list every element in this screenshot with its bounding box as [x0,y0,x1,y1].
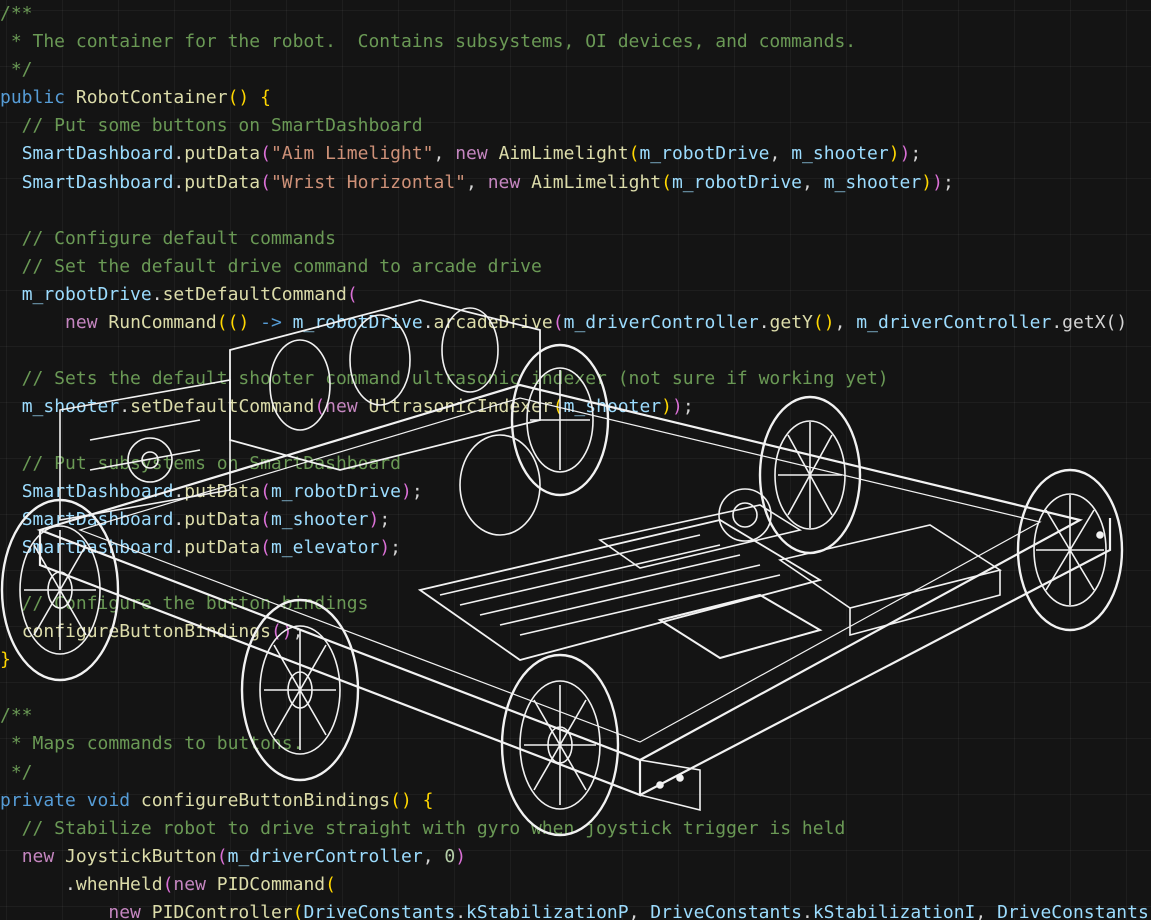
shooter-assembly [59,299,541,536]
code-token: SmartDashboard [21,143,174,165]
code-token: . [802,902,813,920]
code-token: ) [932,171,943,193]
code-token: , [802,171,824,193]
code-token: /** [0,3,33,24]
wheel-front-left [0,498,120,682]
code-token: ( [325,873,336,895]
code-token: SmartDashboard [21,171,174,193]
code-token: new [108,902,152,920]
code-token: m_robotDrive [639,143,770,165]
wheel-rear-right [758,395,862,555]
code-line: .whenHeld(new PIDCommand( [0,871,1151,899]
code-token: AimLimelight [498,143,629,165]
code-token: ( [260,171,271,193]
code-token: , [433,143,456,165]
code-token: ; [910,143,922,165]
code-token: { [260,87,271,109]
code-token: , [769,143,792,165]
code-token: . [173,143,185,165]
code-token: whenHeld [75,873,163,895]
code-token: ( [661,171,672,193]
code-token: ( [260,143,271,165]
code-token: PIDController [151,902,293,920]
code-token: */ [0,59,33,81]
code-token: AimLimelight [531,171,662,193]
code-token: public [0,87,76,109]
code-token: "Wrist Horizontal" [270,171,467,193]
code-token: RobotContainer [75,87,228,109]
code-token: . [173,171,185,193]
wheel-mid-left [240,598,360,782]
code-token: DriveConstants [303,902,456,920]
code-token: kStabilizationI [812,902,976,920]
code-token: ( [628,143,640,165]
code-line: */ [0,56,1151,84]
code-token: kStabilizationP [466,902,629,920]
code-token: , [975,902,998,920]
code-token: * The container for the robot. Contains … [0,31,857,53]
code-token: DriveConstants [997,902,1149,920]
code-line: SmartDashboard.putData("Aim Limelight", … [0,140,1151,168]
code-token: // Put some buttons on SmartDashboard [0,115,423,137]
robot-chassis-drawing [0,299,1124,837]
code-token: () [227,87,250,109]
code-line: // Put some buttons on SmartDashboard [0,112,1151,140]
code-line: SmartDashboard.putData("Wrist Horizontal… [0,169,1151,197]
code-token: . [455,902,467,920]
code-token: putData [184,143,261,165]
code-token: new [487,171,532,193]
code-token: DriveConstants [650,902,802,920]
code-token: m_robotDrive [671,171,803,193]
code-token: PIDCommand [216,873,326,895]
code-line: // Set the default drive command to arca… [0,253,1151,281]
code-token: ; [942,171,954,193]
code-token: new [173,873,217,895]
code-token: ( [292,902,304,920]
code-token: ) [888,143,900,165]
code-token: putData [184,171,261,193]
wheel-front-right [500,653,620,837]
code-token: . [0,873,76,895]
wheel-back-right [1016,468,1124,632]
code-token: // Configure default commands [0,227,336,249]
code-token: ) [899,143,911,165]
code-line: /** [0,0,1151,28]
code-line: * The container for the robot. Contains … [0,28,1151,56]
code-line: public RobotContainer() { [0,84,1151,112]
electronics-panel [417,504,1002,661]
wheel-rear-left [510,343,610,497]
code-token: , [628,902,651,920]
code-token: ) [921,171,933,193]
code-line: new PIDController(DriveConstants.kStabil… [0,899,1151,920]
code-token: , [466,171,488,193]
code-line: // Configure default commands [0,225,1151,253]
gear-sprocket [718,488,772,542]
code-token: ( [162,873,174,895]
code-token: "Aim Limelight" [270,143,434,165]
code-token: // Set the default drive command to arca… [0,255,542,277]
code-token: m_shooter [791,143,889,165]
code-token: m_shooter [823,171,922,193]
chassis-frame [36,383,1112,812]
code-token: new [455,143,499,165]
